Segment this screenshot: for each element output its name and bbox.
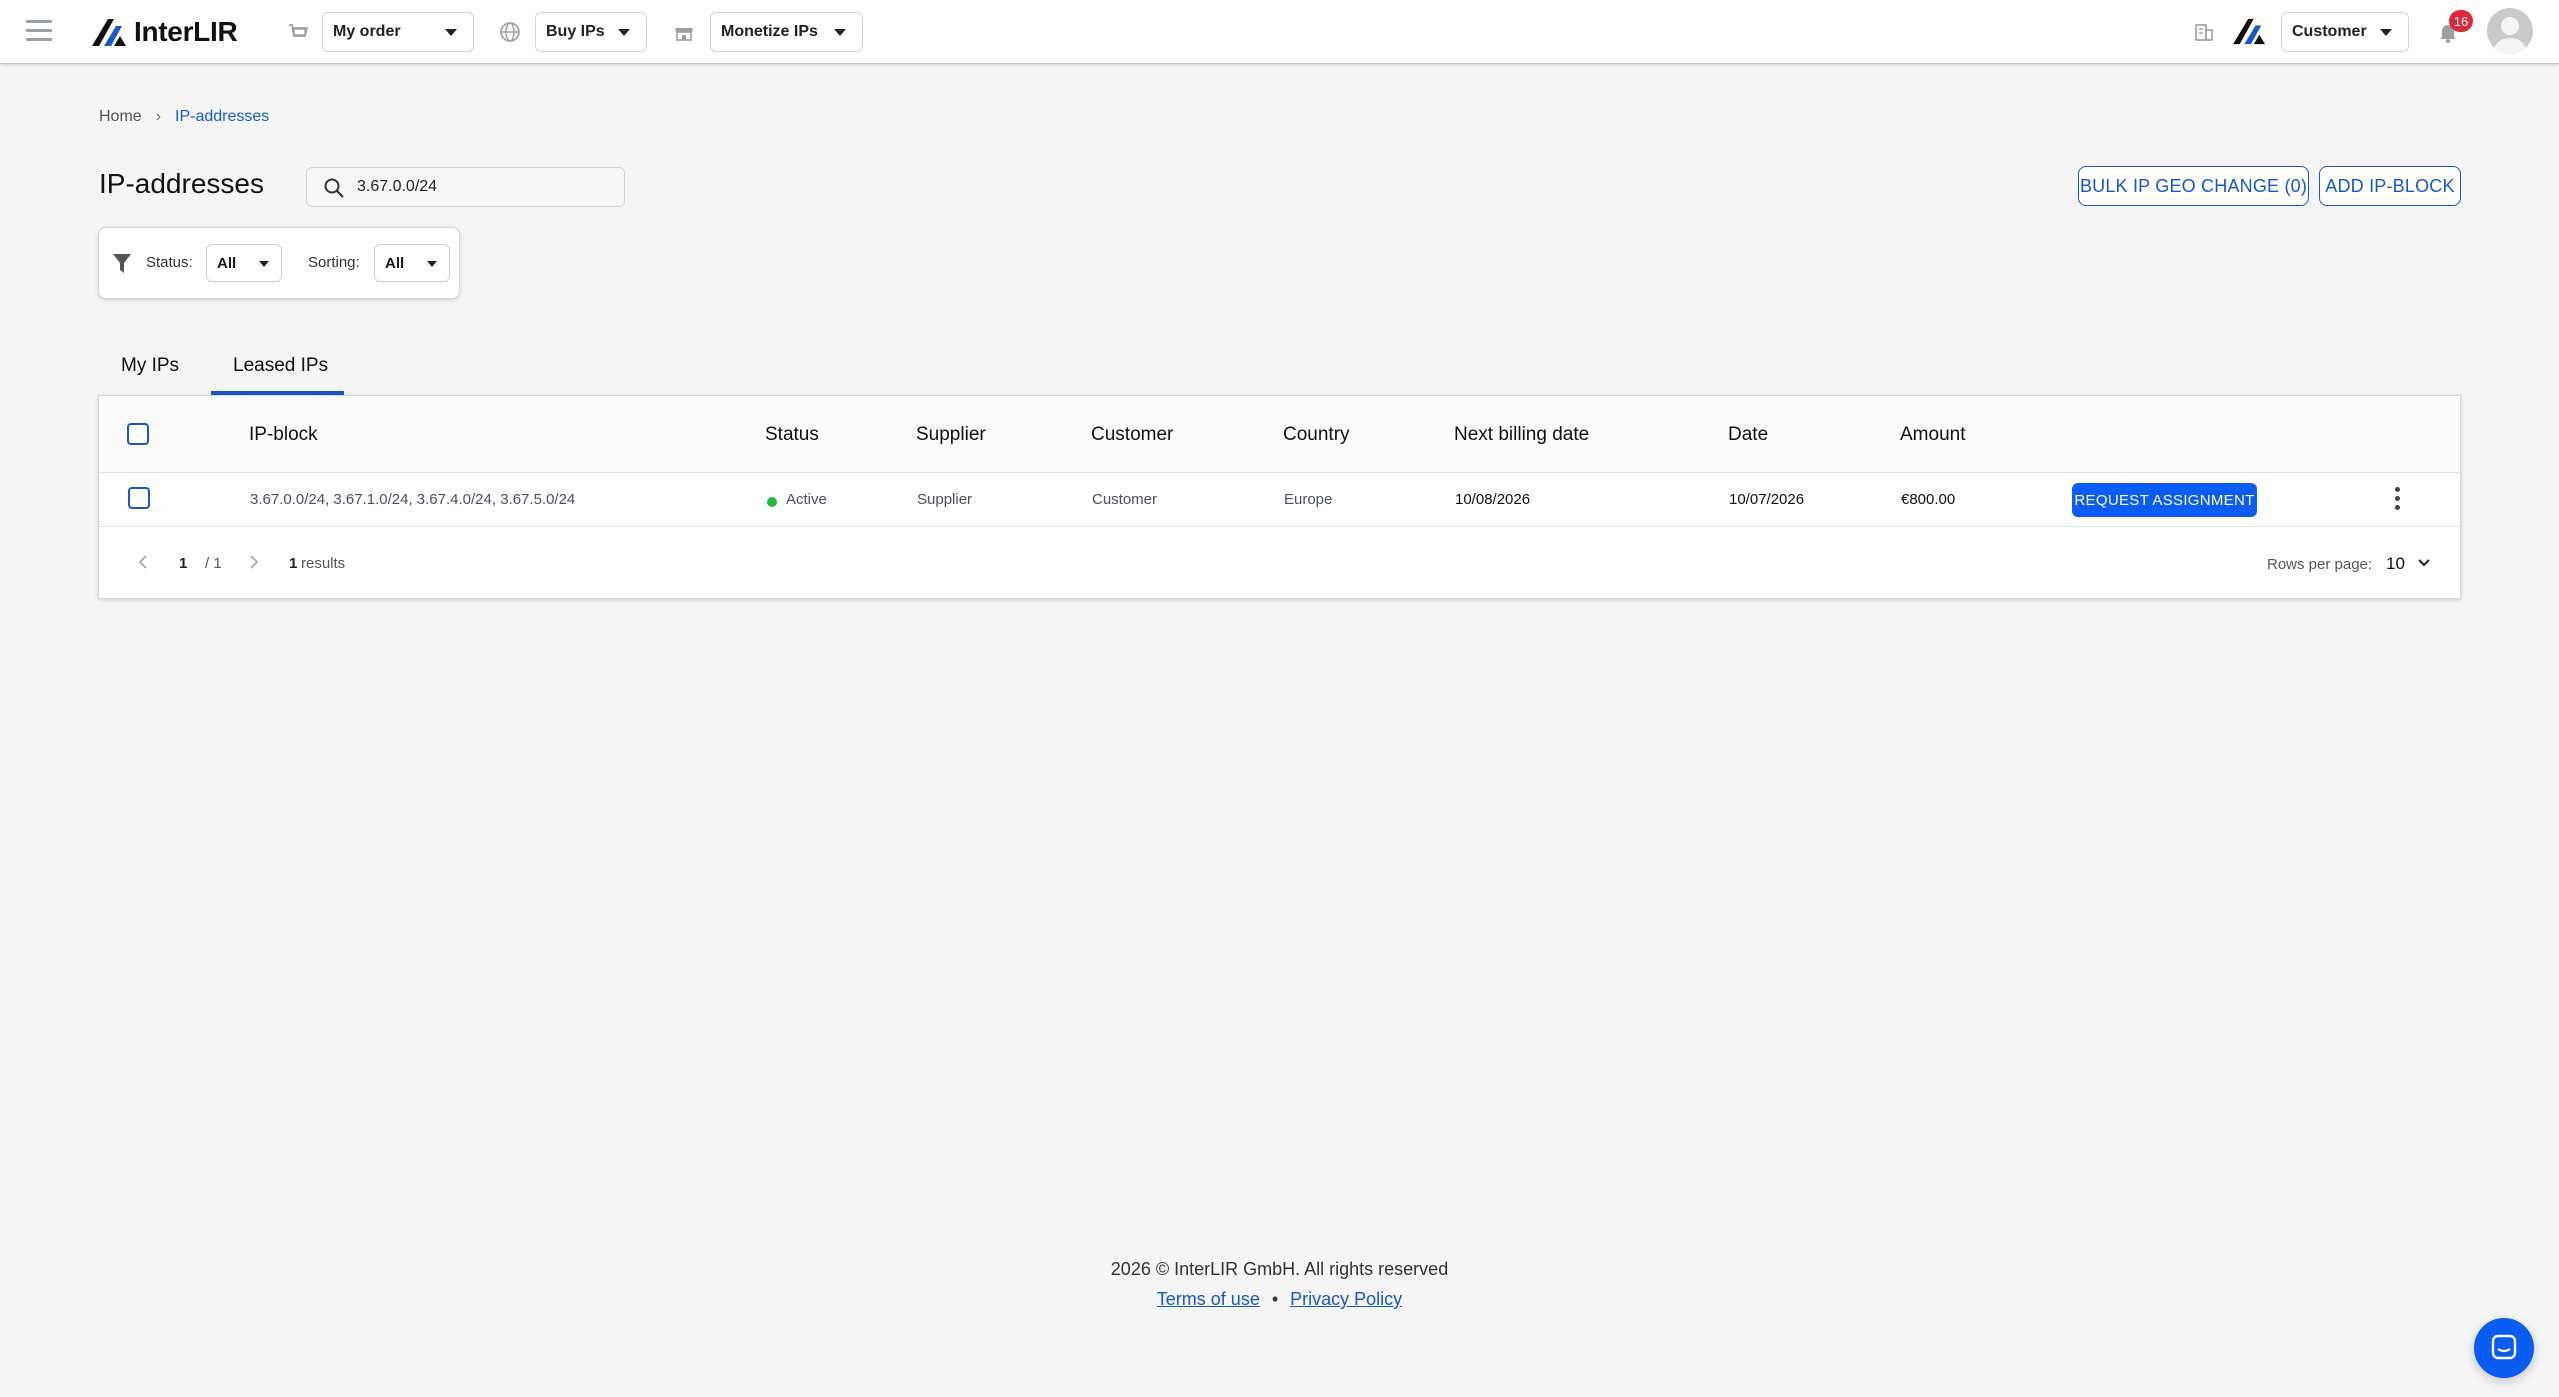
supplier-cell: Supplier xyxy=(917,491,973,508)
buy-ips-dropdown[interactable]: Buy IPs xyxy=(535,12,647,52)
filter-icon xyxy=(113,254,131,273)
current-page: 1 xyxy=(179,555,188,572)
terms-of-use-link[interactable]: Terms of use xyxy=(1157,1289,1260,1309)
company-logo-icon xyxy=(2233,18,2265,45)
add-ip-block-button[interactable]: ADD IP-BLOCK xyxy=(2319,166,2461,206)
column-header-supplier[interactable]: Supplier xyxy=(916,424,986,446)
breadcrumb: Home › IP-addresses xyxy=(99,108,269,126)
ip-block-cell[interactable]: 3.67.0.0/24, 3.67.1.0/24, 3.67.4.0/24, 3… xyxy=(250,491,575,508)
footer-copyright: 2026 © InterLIR GmbH. All rights reserve… xyxy=(1110,1259,1449,1279)
results-count: 1 xyxy=(289,555,298,572)
chevron-down-icon xyxy=(259,261,269,267)
my-order-label: My order xyxy=(333,23,401,40)
column-header-country[interactable]: Country xyxy=(1283,424,1350,446)
footer-links: Terms of use • Privacy Policy xyxy=(0,1289,2559,1310)
avatar[interactable] xyxy=(2487,8,2533,54)
chevron-down-icon xyxy=(445,29,457,36)
column-header-status[interactable]: Status xyxy=(765,424,819,446)
bulk-ip-geo-change-button[interactable]: BULK IP GEO CHANGE (0) xyxy=(2078,166,2309,206)
search-value: 3.67.0.0/24 xyxy=(357,178,438,195)
chat-button[interactable] xyxy=(2474,1318,2534,1378)
globe-icon xyxy=(500,22,520,42)
chevron-down-icon xyxy=(834,29,846,36)
customer-cell: Customer xyxy=(1092,491,1158,508)
column-header-amount[interactable]: Amount xyxy=(1900,424,1965,446)
monetize-ips-dropdown[interactable]: Monetize IPs xyxy=(710,12,863,52)
menu-icon[interactable] xyxy=(26,20,52,42)
search-input[interactable]: 3.67.0.0/24 xyxy=(306,167,625,207)
monetize-ips-label: Monetize IPs xyxy=(721,23,818,40)
status-filter-value: All xyxy=(217,254,237,272)
prev-page-icon[interactable] xyxy=(138,554,148,570)
store-icon xyxy=(675,28,693,41)
table-header: IP-block Status Supplier Customer Countr… xyxy=(99,396,2460,473)
status-filter-label: Status: xyxy=(146,254,193,271)
brand-logo[interactable]: InterLIR xyxy=(90,15,238,49)
pagination: 1 / 1 1 results Rows per page: 10 xyxy=(99,527,2460,600)
country-cell: Europe xyxy=(1284,491,1333,508)
amount-cell: €800.00 xyxy=(1901,491,1956,508)
footer-separator: • xyxy=(1271,1289,1279,1309)
interlir-logo-icon xyxy=(92,19,126,46)
breadcrumb-current[interactable]: IP-addresses xyxy=(175,108,269,126)
cart-icon xyxy=(289,24,309,37)
results-label: results xyxy=(301,555,346,572)
privacy-policy-link[interactable]: Privacy Policy xyxy=(1290,1289,1402,1309)
customer-role-dropdown[interactable]: Customer xyxy=(2281,12,2409,52)
building-icon xyxy=(2195,24,2213,41)
chat-icon xyxy=(2491,1334,2517,1360)
customer-role-label: Customer xyxy=(2292,23,2367,40)
brand-name: InterLIR xyxy=(134,16,238,47)
next-billing-date-cell: 10/08/2026 xyxy=(1455,491,1531,508)
column-header-date[interactable]: Date xyxy=(1728,424,1768,446)
column-header-customer[interactable]: Customer xyxy=(1091,424,1173,446)
tab-leased-ips[interactable]: Leased IPs xyxy=(233,355,328,377)
column-header-ip-block[interactable]: IP-block xyxy=(249,424,318,446)
select-all-checkbox[interactable] xyxy=(127,423,149,445)
chevron-down-icon xyxy=(618,29,630,36)
notification-badge: 16 xyxy=(2449,10,2473,32)
status-active-dot xyxy=(767,497,777,507)
top-bar: InterLIR My order Buy IPs Monetize IPs C… xyxy=(0,0,2559,64)
search-icon xyxy=(324,178,344,198)
chevron-down-icon xyxy=(2380,29,2392,36)
tab-my-ips[interactable]: My IPs xyxy=(121,355,179,377)
sorting-filter-select[interactable]: All xyxy=(374,244,450,282)
date-cell: 10/07/2026 xyxy=(1729,491,1805,508)
leased-ips-table: IP-block Status Supplier Customer Countr… xyxy=(98,395,2461,599)
sorting-filter-label: Sorting: xyxy=(308,254,360,271)
row-checkbox[interactable] xyxy=(128,487,150,509)
page-title: IP-addresses xyxy=(99,168,264,199)
total-pages: / 1 xyxy=(205,555,222,572)
chevron-down-icon xyxy=(427,261,437,267)
user-icon xyxy=(2494,17,2526,54)
next-page-icon[interactable] xyxy=(249,554,259,570)
column-header-next-billing-date[interactable]: Next billing date xyxy=(1454,424,1589,446)
my-order-dropdown[interactable]: My order xyxy=(322,12,474,52)
chevron-down-icon[interactable] xyxy=(2417,558,2431,568)
request-assignment-button[interactable]: REQUEST ASSIGNMENT xyxy=(2072,483,2257,517)
sorting-filter-value: All xyxy=(385,254,405,272)
table-row[interactable]: 3.67.0.0/24, 3.67.1.0/24, 3.67.4.0/24, 3… xyxy=(99,473,2460,527)
rows-per-page-label: Rows per page: xyxy=(2267,556,2373,573)
buy-ips-label: Buy IPs xyxy=(546,23,605,40)
status-filter-select[interactable]: All xyxy=(206,244,282,282)
more-options-icon[interactable] xyxy=(2395,487,2401,513)
breadcrumb-home[interactable]: Home xyxy=(99,108,142,126)
chevron-right-icon: › xyxy=(155,108,162,125)
rows-per-page-select[interactable]: 10 xyxy=(2386,554,2405,574)
filter-panel: Status: All Sorting: All xyxy=(98,227,460,299)
status-cell: Active xyxy=(786,491,827,508)
